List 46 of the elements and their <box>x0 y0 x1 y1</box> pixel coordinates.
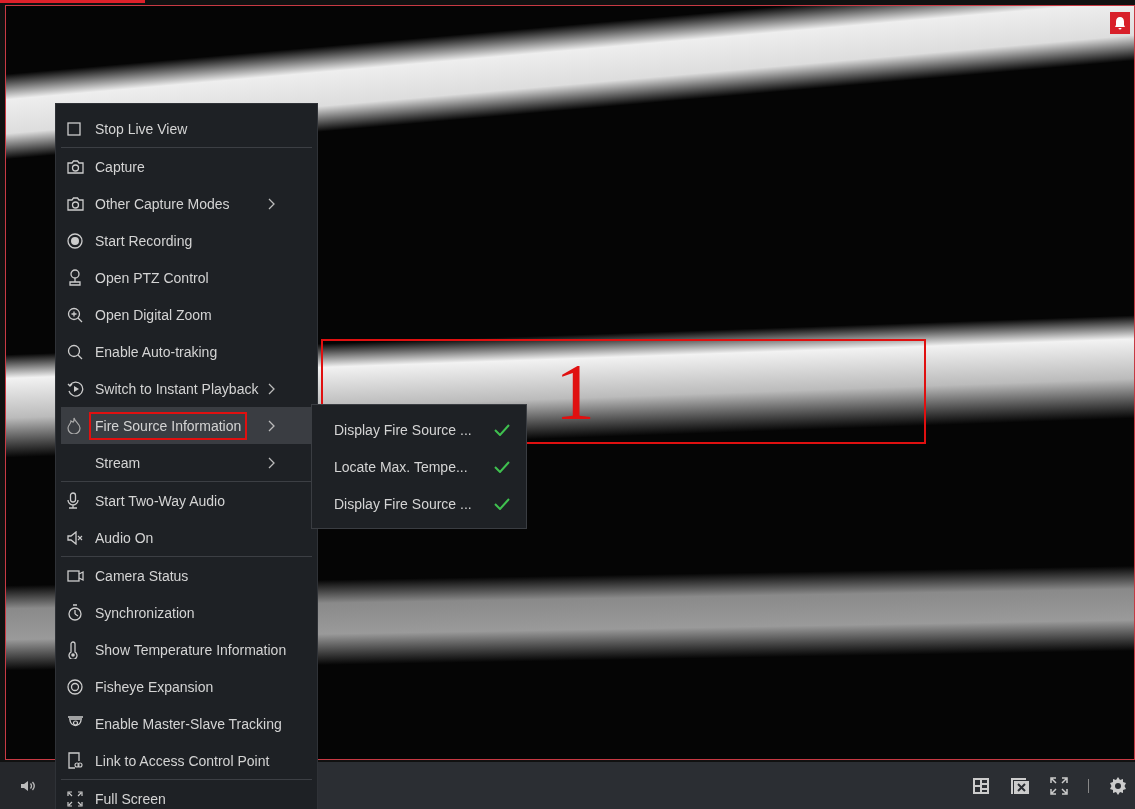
menu-item[interactable]: Capture <box>61 148 312 185</box>
alarm-bell-icon[interactable] <box>1110 12 1130 34</box>
door-link-icon <box>67 752 83 769</box>
person-pin-icon <box>67 269 83 286</box>
menu-item[interactable]: Stop Live View <box>61 110 312 147</box>
zoom-in-icon <box>67 306 83 323</box>
search-icon <box>67 343 83 360</box>
callout-number: 1 <box>555 351 595 432</box>
speaker-icon[interactable] <box>0 762 55 809</box>
menu-item[interactable]: Other Capture Modes <box>61 185 312 222</box>
menu-item[interactable]: Stream <box>61 444 312 481</box>
fullscreen-icon <box>67 790 83 807</box>
settings-icon[interactable] <box>1109 776 1127 795</box>
camera-icon <box>67 159 84 174</box>
submenu-item[interactable]: Display Fire Source ... <box>312 485 526 522</box>
menu-item[interactable]: Start Two-Way Audio <box>61 482 312 519</box>
close-window-icon[interactable] <box>1010 776 1030 795</box>
timer-icon <box>67 604 83 621</box>
menu-item[interactable]: Open Digital Zoom <box>61 296 312 333</box>
submenu-item[interactable]: Display Fire Source ... <box>312 411 526 448</box>
menu-item[interactable]: Enable Auto-traking <box>61 333 312 370</box>
menu-item[interactable]: Enable Master-Slave Tracking <box>61 705 312 742</box>
fisheye-icon <box>67 678 83 695</box>
playback-icon <box>67 380 84 397</box>
speaker-mute-icon <box>67 530 84 545</box>
menu-item[interactable]: Start Recording <box>61 222 312 259</box>
menu-item[interactable]: Fisheye Expansion <box>61 668 312 705</box>
thermometer-icon <box>67 640 79 659</box>
flame-icon <box>67 417 81 434</box>
square-icon <box>67 121 81 136</box>
camera-icon <box>67 196 84 211</box>
video-camera-icon <box>67 569 84 582</box>
fullscreen-icon[interactable] <box>1050 776 1068 795</box>
menu-item[interactable]: Link to Access Control Point <box>61 742 312 779</box>
menu-item[interactable]: Camera Status <box>61 557 312 594</box>
submenu-item[interactable]: Locate Max. Tempe... <box>312 448 526 485</box>
layout-grid-icon[interactable] <box>972 776 990 795</box>
menu-item[interactable]: Synchronization <box>61 594 312 631</box>
menu-item[interactable]: Switch to Instant Playback <box>61 370 312 407</box>
menu-item[interactable]: Full Screen <box>61 780 312 809</box>
microphone-icon <box>67 492 79 509</box>
menu-item[interactable]: Fire Source Information <box>61 407 312 444</box>
record-icon <box>67 232 83 249</box>
menu-item[interactable]: Open PTZ Control <box>61 259 312 296</box>
menu-item[interactable]: Show Temperature Information <box>61 631 312 668</box>
menu-item[interactable]: Audio On <box>61 519 312 556</box>
